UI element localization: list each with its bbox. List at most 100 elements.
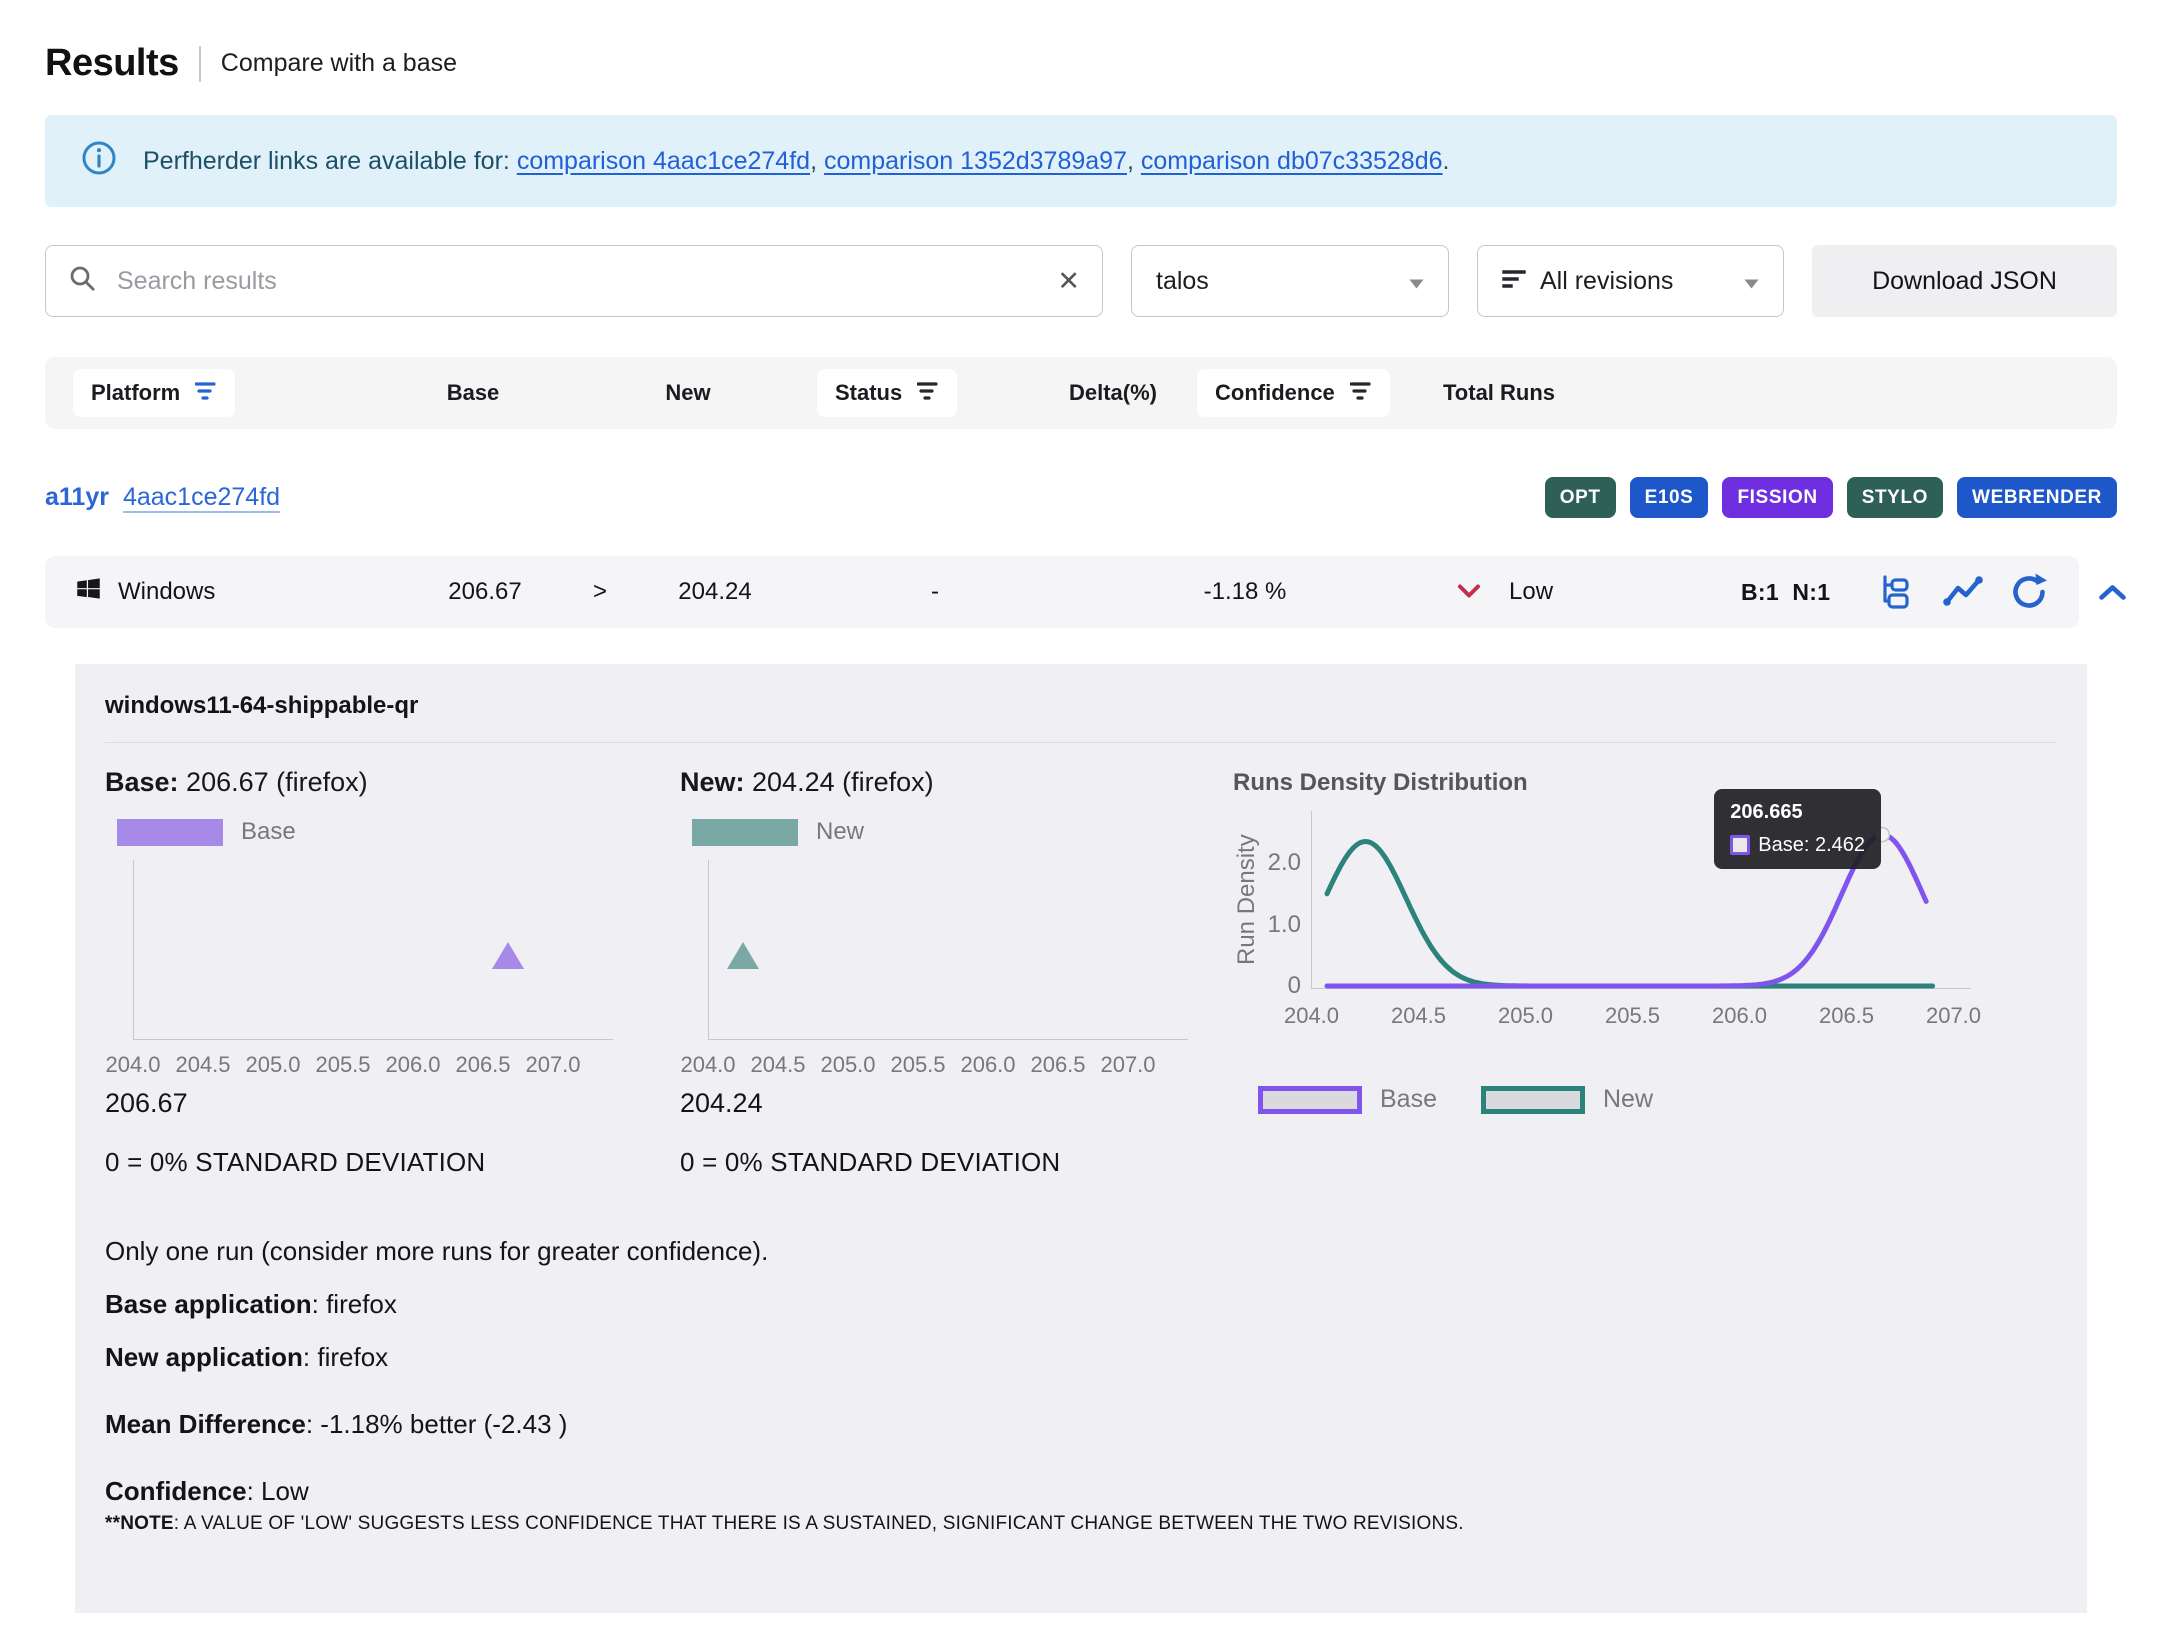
axis-tick: 204.5 <box>1365 1003 1472 1029</box>
detail-wrap: windows11-64-shippable-qr Base: 206.67 (… <box>45 642 2117 1641</box>
filter-lines-icon <box>1502 267 1526 296</box>
density-tooltip: 206.665 Base: 2.462 <box>1714 789 1881 869</box>
axis-tick: 205.5 <box>1579 1003 1686 1029</box>
axis-tick: 206.5 <box>1793 1003 1900 1029</box>
suite-row: a11yr 4aac1ce274fd OPTE10SFISSIONSTYLOWE… <box>45 477 2117 518</box>
tooltip-x-value: 206.665 <box>1730 801 1865 824</box>
runs-new-label: N: <box>1792 579 1817 605</box>
suite-name: a11yr <box>45 483 109 512</box>
new-stddev: 0 = 0% STANDARD DEVIATION <box>680 1147 1233 1178</box>
base-x-axis: 204.0204.5205.0205.5206.0206.5207.0 <box>98 1052 680 1078</box>
axis-tick: 207.0 <box>518 1052 588 1078</box>
base-legend-label: Base <box>241 818 296 846</box>
col-delta: Delta(%) <box>1043 380 1183 406</box>
platform-row-wrap: Windows 206.67 > 204.24 - -1.18 % Low B:… <box>45 556 2117 628</box>
subtest-title: windows11-64-shippable-qr <box>105 692 2057 720</box>
page-subtitle: Compare with a base <box>221 49 457 78</box>
only-one-run-note: Only one run (consider more runs for gre… <box>105 1236 2057 1267</box>
controls-bar: ✕ talos All revisions Download JSON <box>45 245 2117 317</box>
runs-base-label: B: <box>1741 579 1766 605</box>
axis-tick: 205.5 <box>883 1052 953 1078</box>
confidence-note-label: Confidence <box>105 1476 247 1506</box>
total-runs-value: B:1 N:1 <box>1685 579 1875 606</box>
base-application-line: Base application: firefox <box>105 1289 2057 1320</box>
tooltip-label: Base: 2.462 <box>1758 834 1865 857</box>
density-chart-title: Runs Density Distribution <box>1233 769 2057 797</box>
base-app-label: Base application <box>105 1289 312 1319</box>
axis-tick: 204.5 <box>743 1052 813 1078</box>
platform-row[interactable]: Windows 206.67 > 204.24 - -1.18 % Low B:… <box>45 556 2079 628</box>
density-y-ticks: 2.01.00 <box>1263 811 1311 989</box>
density-plot[interactable]: 206.665 Base: 2.462 <box>1311 811 1971 989</box>
confidence-filter-chip[interactable]: Confidence <box>1197 369 1390 417</box>
banner-comparison-link[interactable]: comparison 1352d3789a97 <box>824 147 1127 175</box>
axis-tick: 205.0 <box>238 1052 308 1078</box>
new-heading: New: 204.24 (firefox) <box>680 767 1233 798</box>
axis-tick: 204.0 <box>98 1052 168 1078</box>
confidence-note-value: : Low <box>247 1476 309 1506</box>
tag-webrender: WEBRENDER <box>1957 477 2117 518</box>
banner-prefix: Perfherder links are available for: <box>143 147 510 175</box>
clear-search-icon[interactable]: ✕ <box>1057 268 1080 295</box>
chevron-down-icon <box>1744 267 1759 296</box>
axis-tick: 206.0 <box>953 1052 1023 1078</box>
download-json-button[interactable]: Download JSON <box>1812 245 2117 317</box>
info-icon <box>81 140 117 183</box>
revision-link[interactable]: 4aac1ce274fd <box>123 483 280 512</box>
new-label: New: <box>680 767 745 797</box>
col-new: New <box>603 380 773 406</box>
low-confidence-note: **NOTE: A VALUE OF 'LOW' SUGGESTS LESS C… <box>105 1513 2057 1535</box>
axis-tick: 206.0 <box>378 1052 448 1078</box>
banner-links: comparison 4aac1ce274fd, comparison 1352… <box>517 147 1450 175</box>
banner-comparison-link[interactable]: comparison 4aac1ce274fd <box>517 147 810 175</box>
base-point-marker <box>492 942 524 969</box>
banner-text: Perfherder links are available for: comp… <box>143 147 1449 176</box>
search-input[interactable] <box>115 266 1039 297</box>
col-total-runs: Total Runs <box>1443 380 2089 406</box>
confidence-line: Confidence: Low <box>105 1476 2057 1507</box>
framework-value: talos <box>1156 267 1209 296</box>
density-legend: Base New <box>1258 1085 2057 1114</box>
axis-tick: 205.0 <box>813 1052 883 1078</box>
axis-tick: 2.0 <box>1268 849 1301 877</box>
collapse-chevron-up-button[interactable] <box>2091 556 2134 628</box>
note-label: **NOTE <box>105 1513 174 1534</box>
density-x-axis: 204.0204.5205.0205.5206.0206.5207.0 <box>1258 1003 2057 1029</box>
status-filter-chip[interactable]: Status <box>817 369 957 417</box>
new-legend-swatch <box>692 819 798 846</box>
title-divider <box>199 46 201 82</box>
revisions-select[interactable]: All revisions <box>1477 245 1784 317</box>
windows-logo-icon <box>75 575 102 609</box>
density-section: Runs Density Distribution Run Density 2.… <box>1233 767 2057 1178</box>
density-new-swatch <box>1481 1086 1585 1114</box>
axis-tick: 206.5 <box>448 1052 518 1078</box>
new-point-marker <box>727 942 759 969</box>
platform-filter-chip[interactable]: Platform <box>73 369 235 417</box>
density-base-label: Base <box>1380 1085 1437 1114</box>
framework-select[interactable]: talos <box>1131 245 1449 317</box>
base-app-value: : firefox <box>312 1289 397 1319</box>
mean-difference-line: Mean Difference: -1.18% better (-2.43 ) <box>105 1409 2057 1440</box>
banner-comparison-link[interactable]: comparison db07c33528d6 <box>1141 147 1443 175</box>
runs-base-count: 1 <box>1766 579 1779 605</box>
density-new-label: New <box>1603 1085 1653 1114</box>
axis-tick: 204.5 <box>168 1052 238 1078</box>
tag-stylo: STYLO <box>1847 477 1943 518</box>
mean-diff-value: : -1.18% better (-2.43 ) <box>306 1409 568 1439</box>
col-status: Status <box>835 380 902 406</box>
graph-link-button[interactable] <box>1943 575 1983 609</box>
base-value: 206.67 <box>385 578 585 606</box>
new-value: 204.24 <box>615 578 815 606</box>
axis-tick: 206.0 <box>1686 1003 1793 1029</box>
filter-icon <box>1350 380 1372 406</box>
retrigger-button[interactable] <box>2009 572 2049 612</box>
search-box[interactable]: ✕ <box>45 245 1103 317</box>
card-divider <box>105 742 2057 743</box>
mean-diff-label: Mean Difference <box>105 1409 306 1439</box>
base-legend-swatch <box>117 819 223 846</box>
subtests-tree-button[interactable] <box>1875 572 1917 612</box>
col-platform: Platform <box>91 380 180 406</box>
platform-name: Windows <box>118 578 215 606</box>
tag-fission: FISSION <box>1722 477 1832 518</box>
base-heading-value: 206.67 (firefox) <box>179 767 368 797</box>
